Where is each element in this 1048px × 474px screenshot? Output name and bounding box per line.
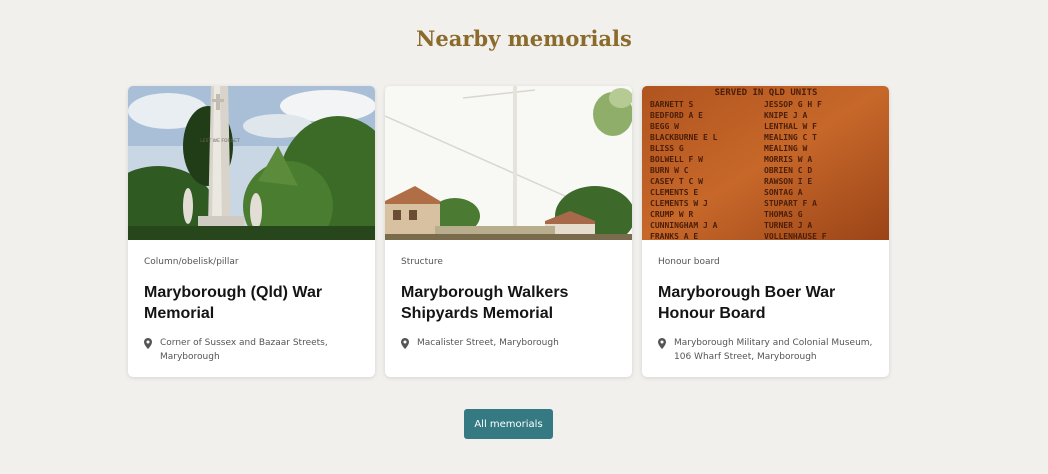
honour-board-name: FRANKS A E xyxy=(650,232,698,240)
memorial-type: Column/obelisk/pillar xyxy=(144,257,239,267)
memorial-card[interactable]: LEST WE FORGET Column/obelisk/pillar Mar… xyxy=(128,86,375,377)
address-text: Maryborough Military and Colonial Museum… xyxy=(674,338,873,362)
honour-board-name: RAWSON I E xyxy=(764,177,812,186)
memorial-cards: LEST WE FORGET Column/obelisk/pillar Mar… xyxy=(128,86,889,377)
address-text: Corner of Sussex and Bazaar Streets, Mar… xyxy=(160,338,328,362)
honour-board-name: BEDFORD A E xyxy=(650,111,703,120)
honour-board-name: OBRIEN C D xyxy=(764,166,812,175)
memorial-type: Honour board xyxy=(658,257,720,267)
honour-board-name: MORRIS W A xyxy=(764,155,812,164)
honour-board-name: STUPART F A xyxy=(764,199,817,208)
memorial-type: Structure xyxy=(401,257,443,267)
nearby-memorials-page: Nearby memorials LEST WE FORGET Column/o… xyxy=(0,0,1048,474)
honour-board-name: BARNETT S xyxy=(650,100,694,109)
honour-board-name: KNIPE J A xyxy=(764,111,808,120)
honour-board-photo: SERVED IN QLD UNITS BARNETT S BEDFORD A E… xyxy=(642,86,889,240)
section-title: Nearby memorials xyxy=(416,26,632,51)
honour-board-name: CLEMENTS E xyxy=(650,188,698,197)
memorial-title[interactable]: Maryborough (Qld) War Memorial xyxy=(144,282,359,324)
honour-board-name: BEGG W xyxy=(650,122,679,131)
memorial-obelisk-photo: LEST WE FORGET xyxy=(128,86,375,240)
honour-board-name: TURNER J A xyxy=(764,221,812,230)
map-pin-icon xyxy=(401,338,409,349)
honour-board-name: BOLWELL F W xyxy=(650,155,703,164)
memorial-address: Macalister Street, Maryborough xyxy=(401,336,616,350)
memorial-card[interactable]: Structure Maryborough Walkers Shipyards … xyxy=(385,86,632,377)
obelisk-inscription: LEST WE FORGET xyxy=(200,138,240,144)
honour-board-heading: SERVED IN QLD UNITS xyxy=(715,88,818,98)
honour-board-name: MEALING W xyxy=(764,144,808,153)
memorial-title[interactable]: Maryborough Boer War Honour Board xyxy=(658,282,873,324)
honour-board-name: CRUMP W R xyxy=(650,210,694,219)
memorial-address: Corner of Sussex and Bazaar Streets, Mar… xyxy=(144,336,359,364)
honour-board-name: CASEY T C W xyxy=(650,177,703,186)
map-pin-icon xyxy=(144,338,152,349)
honour-board-name: LENTHAL W F xyxy=(764,122,817,131)
address-text: Macalister Street, Maryborough xyxy=(417,338,559,348)
all-memorials-button[interactable]: All memorials xyxy=(464,409,553,439)
honour-board-name: BLISS G xyxy=(650,144,684,153)
honour-board-name: CLEMENTS W J xyxy=(650,199,708,208)
honour-board-name: MEALING C T xyxy=(764,133,817,142)
honour-board-name: BURN W C xyxy=(650,166,689,175)
shipyard-memorial-photo xyxy=(385,86,632,240)
memorial-address: Maryborough Military and Colonial Museum… xyxy=(658,336,873,364)
honour-board-name: VOLLENHAUSE F xyxy=(764,232,827,240)
honour-board-name: THOMAS G xyxy=(764,210,803,219)
memorial-card[interactable]: SERVED IN QLD UNITS BARNETT S BEDFORD A E… xyxy=(642,86,889,377)
honour-board-name: JESSOP G H F xyxy=(764,100,822,109)
memorial-title[interactable]: Maryborough Walkers Shipyards Memorial xyxy=(401,282,616,324)
honour-board-name: BLACKBURNE E L xyxy=(650,133,718,142)
honour-board-name: CUNNINGHAM J A xyxy=(650,221,718,230)
honour-board-name: SONTAG A xyxy=(764,188,803,197)
map-pin-icon xyxy=(658,338,666,349)
